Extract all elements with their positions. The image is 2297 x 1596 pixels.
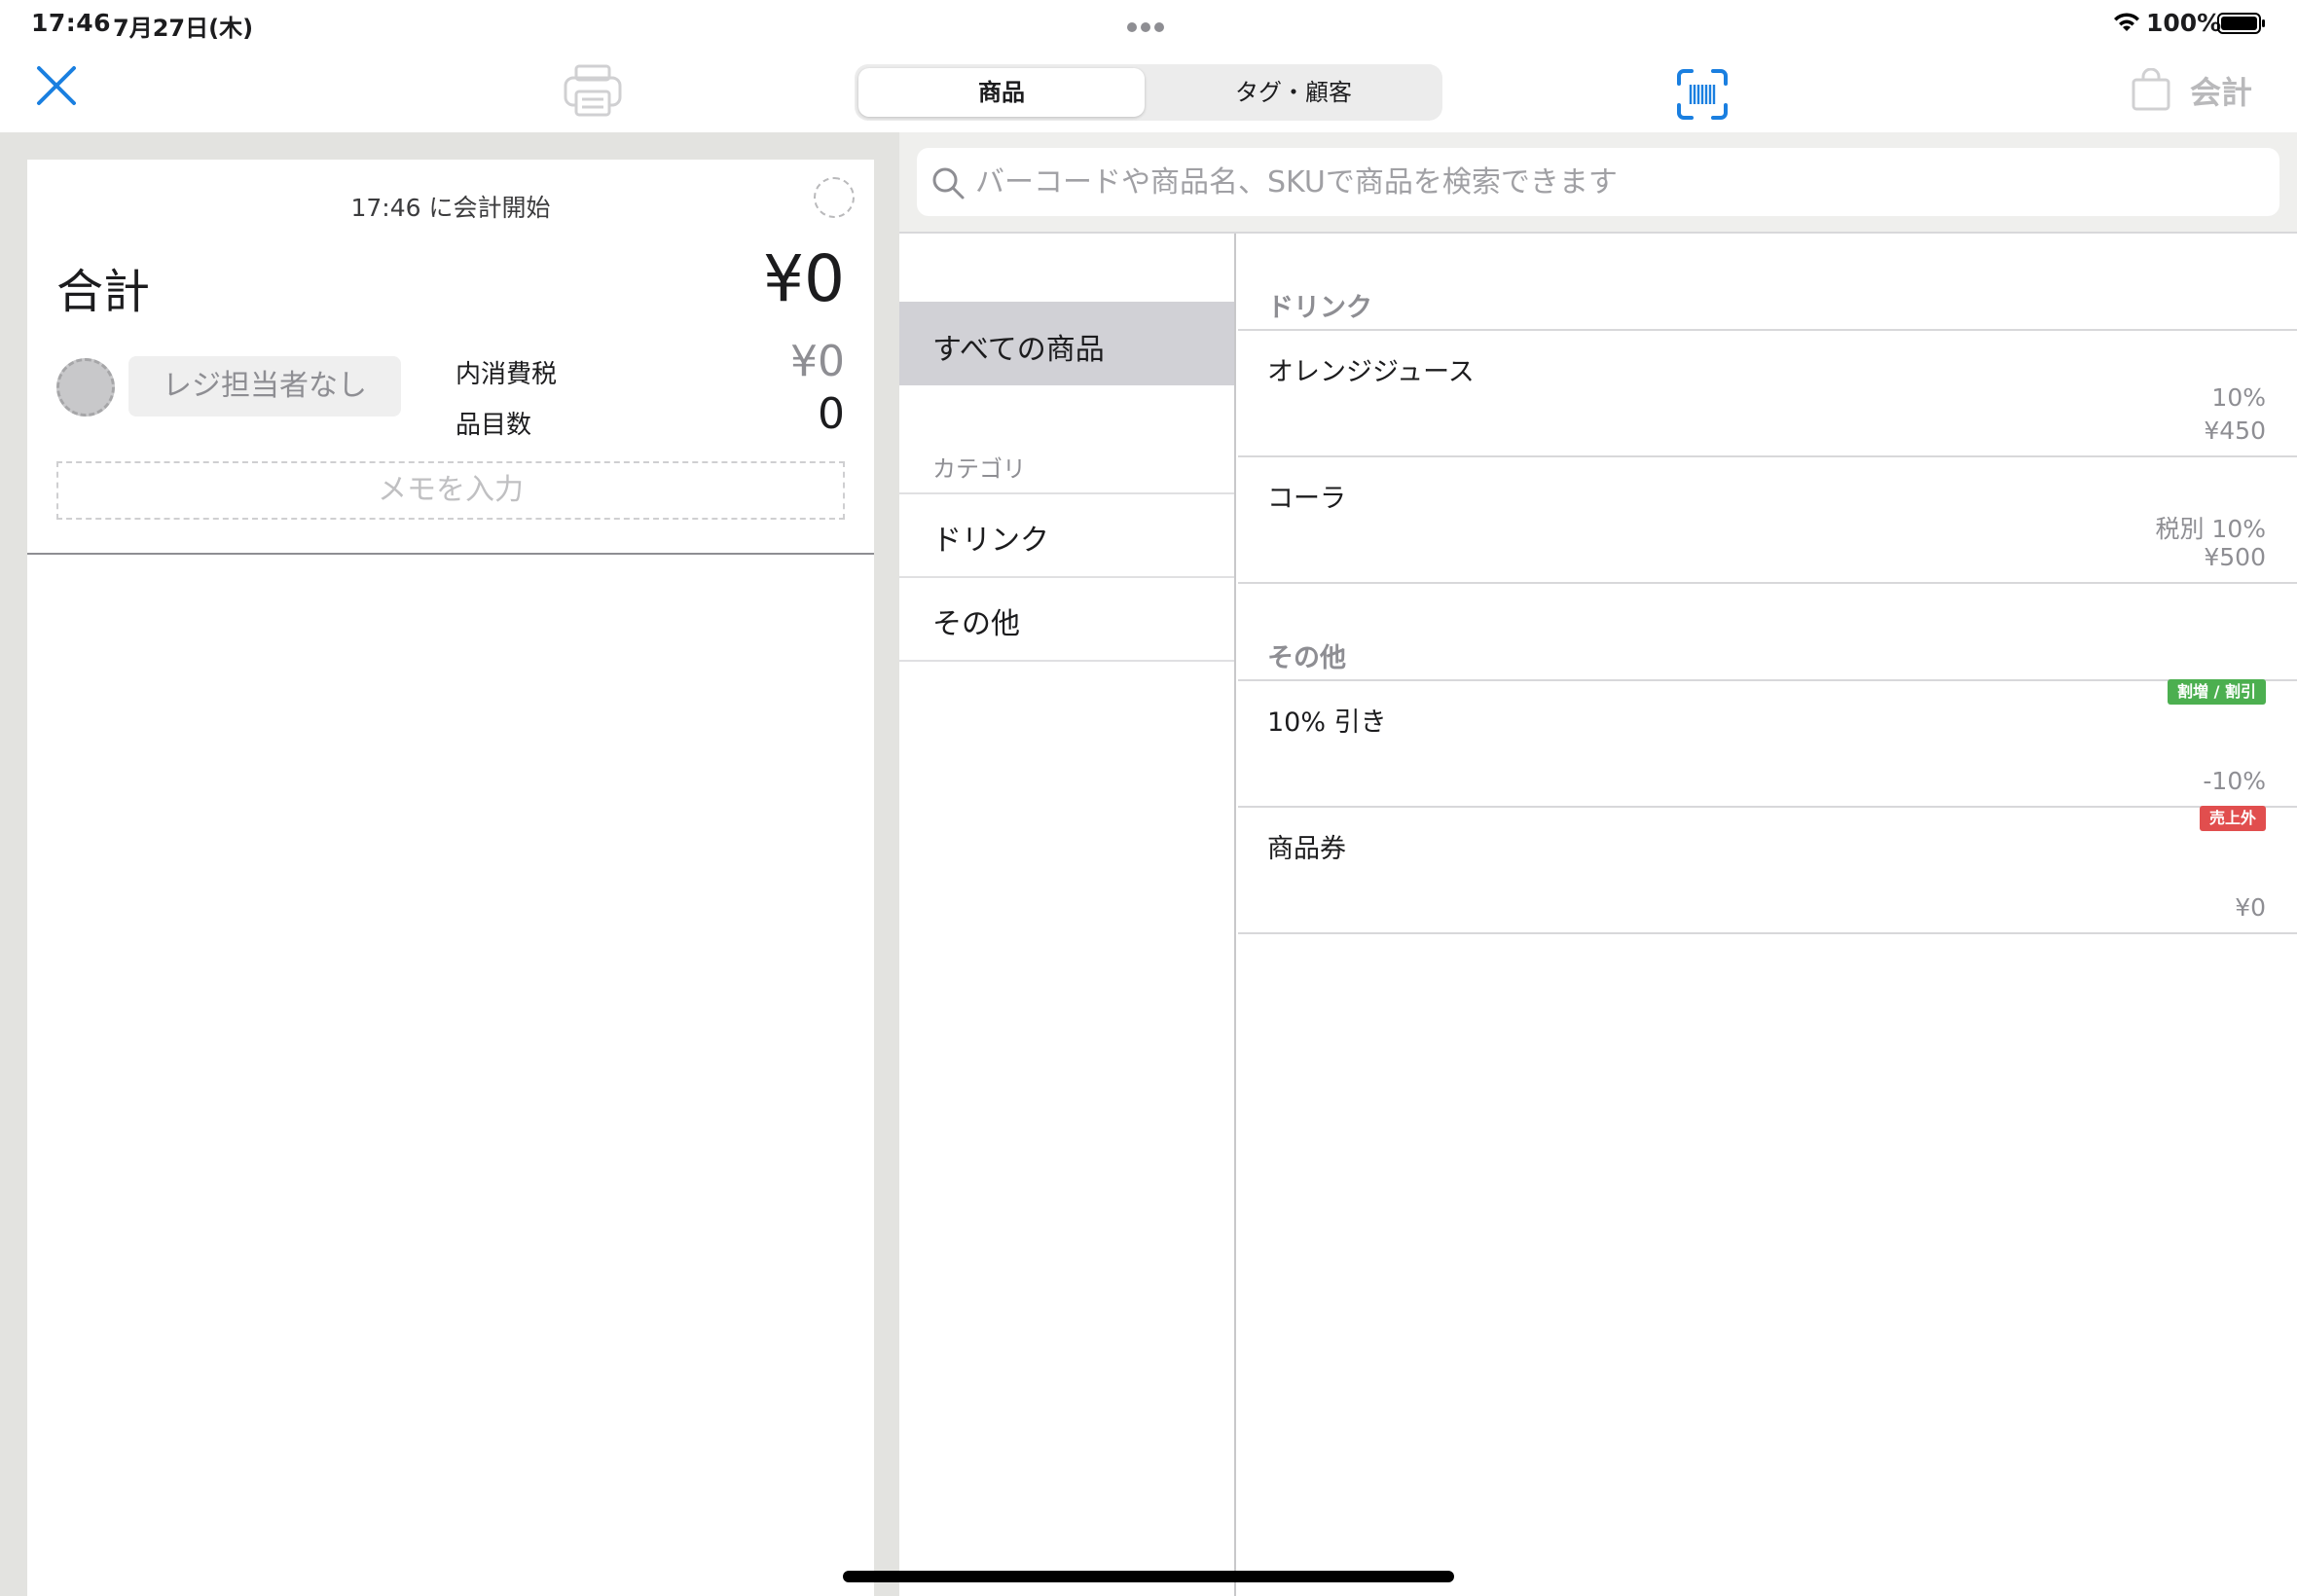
- cashier-selector-button[interactable]: レジ担当者なし: [128, 356, 401, 417]
- total-value: ¥0: [763, 241, 845, 316]
- category-divider: [899, 660, 1234, 662]
- section-header-other: その他: [1267, 643, 1346, 673]
- product-divider: [1238, 582, 2297, 584]
- home-indicator[interactable]: [843, 1571, 1454, 1582]
- receipt-panel: 17:46 に会計開始 合計 ¥0 レジ担当者なし 内消費税 ¥0 品目数 0 …: [27, 160, 874, 1596]
- discount-badge: 割増 / 割引: [2168, 679, 2266, 705]
- wifi-icon: [2114, 13, 2139, 31]
- product-list: ドリンク オレンジジュース 10% ¥450 コーラ 税別 10% ¥500 そ…: [1238, 234, 2297, 1596]
- segmented-control: 商品 タグ・顧客: [855, 64, 1442, 121]
- section-divider: [1238, 329, 2297, 331]
- product-price: -10%: [2203, 767, 2266, 795]
- memo-input[interactable]: メモを入力: [56, 461, 845, 520]
- category-divider: [899, 576, 1234, 578]
- total-label: 合計: [56, 265, 151, 319]
- barcode-scan-icon[interactable]: [1676, 68, 1729, 121]
- tax-label: 内消費税: [456, 360, 558, 389]
- category-all-products[interactable]: すべての商品: [899, 302, 1234, 385]
- close-icon[interactable]: [35, 64, 78, 107]
- category-pane: すべての商品 カテゴリ ドリンク その他: [899, 234, 1236, 1596]
- product-name: オレンジジュース: [1267, 357, 1475, 387]
- product-divider: [1238, 455, 2297, 457]
- printer-icon[interactable]: [563, 62, 623, 119]
- product-divider: [1238, 806, 2297, 808]
- item-count-label: 品目数: [456, 411, 532, 440]
- search-icon: [932, 167, 965, 200]
- search-input[interactable]: [975, 148, 2260, 216]
- category-item-drink[interactable]: ドリンク: [932, 516, 1049, 559]
- product-name: 商品券: [1267, 834, 1346, 864]
- battery-icon: [2217, 13, 2265, 34]
- section-header-drink: ドリンク: [1267, 293, 1372, 323]
- toolbar: 商品 タグ・顧客 会計: [0, 47, 2297, 132]
- pos-screen: 17:46 7月27日(木) 100% 商品 タグ・顧客 会計 17:46 に会…: [0, 0, 2297, 1596]
- category-divider: [899, 492, 1234, 494]
- shopping-bag-icon[interactable]: [2130, 68, 2172, 111]
- product-name: 10% 引き: [1267, 707, 1387, 738]
- non-sales-badge: 売上外: [2199, 806, 2266, 831]
- product-divider: [1238, 932, 2297, 934]
- checkout-button[interactable]: 会計: [2190, 68, 2252, 113]
- receipt-divider: [27, 553, 874, 555]
- battery-percent: 100%: [2146, 9, 2222, 37]
- status-date: 7月27日(木): [113, 15, 254, 42]
- category-item-other[interactable]: その他: [932, 599, 1020, 642]
- tax-value: ¥0: [790, 337, 845, 386]
- search-field[interactable]: [917, 148, 2279, 216]
- category-header: カテゴリ: [932, 455, 1026, 483]
- status-time: 17:46: [31, 9, 112, 37]
- product-tax: 税別 10%: [2155, 515, 2266, 543]
- product-tax: 10%: [2211, 383, 2266, 412]
- product-price: ¥500: [2204, 543, 2266, 571]
- status-bar: 17:46 7月27日(木) 100%: [0, 0, 2297, 47]
- cashier-avatar[interactable]: [56, 358, 115, 417]
- status-circle-icon[interactable]: [814, 177, 855, 218]
- product-price: ¥450: [2204, 417, 2266, 445]
- checkout-start-time: 17:46 に会計開始: [350, 194, 551, 222]
- category-all-label: すべての商品: [932, 333, 1105, 367]
- multitasking-dots-icon[interactable]: [1127, 18, 1170, 32]
- product-name: コーラ: [1267, 484, 1346, 514]
- item-count-value: 0: [818, 389, 845, 439]
- section-divider: [1238, 679, 2297, 681]
- product-price: ¥0: [2235, 893, 2266, 922]
- tab-products[interactable]: 商品: [858, 68, 1145, 117]
- tab-tags-customers[interactable]: タグ・顧客: [1148, 68, 1439, 117]
